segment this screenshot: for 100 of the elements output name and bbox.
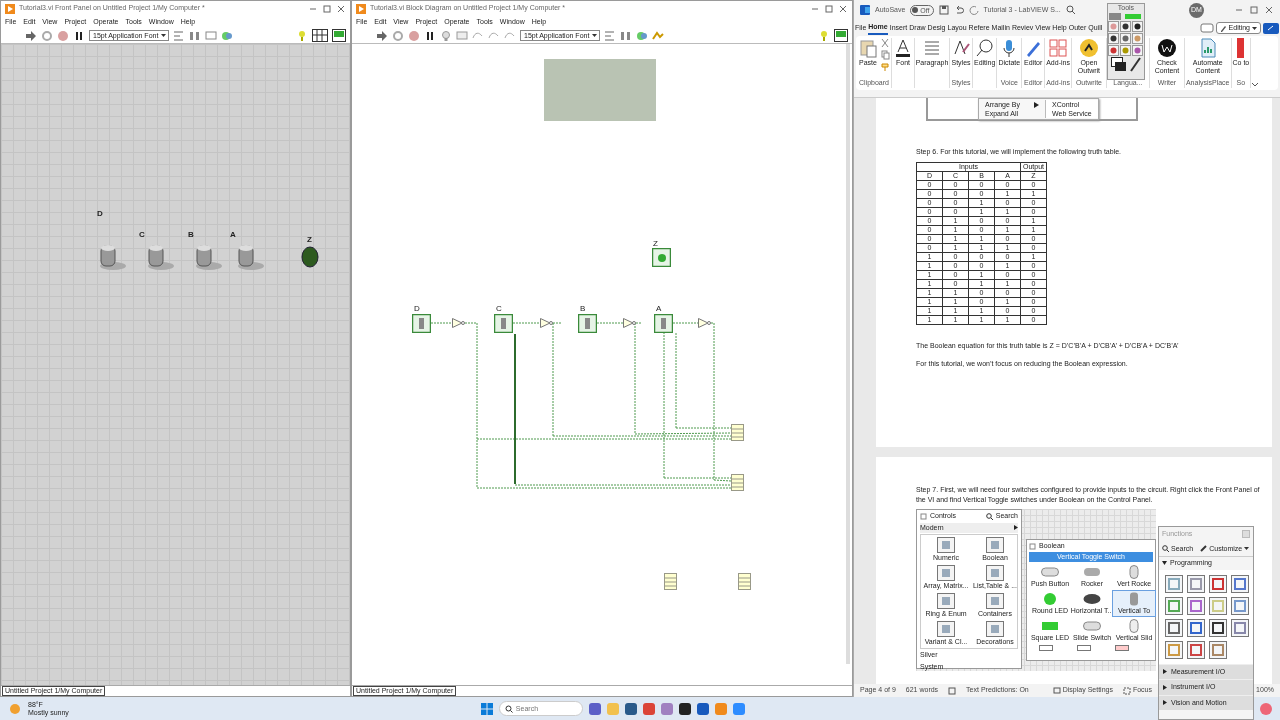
search-icon[interactable] (985, 512, 993, 520)
not-gate[interactable] (698, 317, 711, 328)
palette-icon (986, 621, 1004, 637)
control-label: A (230, 228, 236, 241)
distribute-icon[interactable] (189, 29, 202, 42)
palette-icon (986, 537, 1004, 553)
close-icon[interactable] (336, 3, 346, 14)
start-icon[interactable] (480, 702, 493, 715)
maximize-icon[interactable] (1249, 5, 1259, 15)
wire (512, 322, 541, 323)
maximize-icon[interactable] (824, 3, 834, 14)
pencil-icon (1219, 24, 1227, 32)
cut-icon[interactable] (880, 38, 890, 48)
boolean-indicator[interactable] (652, 247, 671, 267)
reorder-icon[interactable] (221, 29, 234, 42)
palette-icon (937, 537, 955, 553)
not-gate[interactable] (452, 317, 465, 328)
control-label: D (97, 207, 103, 220)
wrench-icon[interactable] (1200, 545, 1208, 553)
palette-icon (986, 565, 1004, 581)
submenu-arrow-icon (1034, 101, 1040, 108)
control-icon (1041, 592, 1059, 606)
proofing-icon[interactable] (948, 686, 957, 695)
palette-icon (986, 593, 1004, 609)
run-arrow-icon[interactable] (376, 29, 388, 42)
control-icon (1041, 565, 1059, 579)
scrollbar[interactable] (846, 43, 850, 664)
submenu-arrow-icon (1014, 525, 1018, 531)
caret-icon (161, 34, 167, 37)
chevron-down-icon[interactable] (1251, 80, 1260, 88)
terminal-label: B (580, 302, 586, 315)
redo-icon[interactable] (968, 5, 979, 15)
search-icon[interactable] (504, 705, 513, 713)
boolean-terminal[interactable] (494, 313, 513, 333)
cleanup-icon[interactable] (652, 29, 665, 42)
comment-icon[interactable] (1199, 23, 1214, 33)
help-icon[interactable] (296, 29, 308, 42)
wire (596, 322, 624, 323)
terminal-label: A (656, 302, 662, 315)
search-icon[interactable] (1065, 5, 1076, 15)
align-icon[interactable] (173, 29, 186, 42)
display-icon[interactable] (1052, 686, 1061, 695)
reorder-icon[interactable] (636, 29, 649, 42)
magnifier-icon (974, 38, 995, 58)
color-tool-icon[interactable] (1110, 57, 1141, 72)
function-icon[interactable] (1209, 618, 1227, 637)
circle-logo-icon (1078, 38, 1099, 58)
align-icon[interactable] (604, 29, 617, 42)
pause-icon[interactable] (73, 29, 85, 42)
close-icon[interactable] (1264, 5, 1274, 15)
compound-node[interactable] (738, 572, 751, 590)
boolean-terminal[interactable] (654, 313, 673, 333)
compound-node[interactable] (731, 423, 744, 441)
function-icon[interactable] (1187, 618, 1205, 637)
not-gate[interactable] (623, 317, 636, 328)
close-icon[interactable] (838, 3, 848, 14)
wire (672, 322, 699, 323)
function-icon[interactable] (1165, 618, 1183, 637)
not-gate[interactable] (540, 317, 553, 328)
format-painter-icon[interactable] (880, 62, 890, 72)
submenu-arrow-icon (1163, 684, 1167, 690)
terminal-label: D (414, 302, 420, 315)
help-icon[interactable] (818, 29, 830, 42)
maximize-icon[interactable] (322, 3, 332, 14)
pin-icon[interactable] (1029, 542, 1036, 550)
cancel-button-icon (1077, 645, 1091, 651)
word-app-icon (860, 5, 870, 15)
pin-icon[interactable] (920, 512, 927, 520)
expand-arrow-icon (1162, 561, 1167, 566)
ok-button-icon (1039, 645, 1053, 651)
share-icon[interactable] (1263, 22, 1279, 34)
control-icon (1083, 592, 1101, 606)
resize-icon[interactable] (205, 29, 218, 42)
app-grid-icon (1048, 38, 1069, 58)
submenu-arrow-icon (1163, 700, 1167, 706)
save-icon[interactable] (938, 5, 949, 15)
indicator-label: Z (307, 233, 312, 246)
wire (430, 322, 453, 323)
palette-icon (937, 565, 955, 581)
pause-icon[interactable] (424, 29, 436, 42)
compound-node[interactable] (664, 572, 677, 590)
submenu-arrow-icon (1163, 669, 1167, 675)
boolean-terminal[interactable] (578, 313, 597, 333)
run-arrow-icon[interactable] (25, 29, 37, 42)
boolean-terminal[interactable] (412, 313, 431, 333)
distribute-icon[interactable] (620, 29, 633, 42)
caret-icon (1252, 26, 1257, 30)
palette-icon (937, 593, 955, 609)
terminal-label: C (496, 302, 502, 315)
control-icon (1083, 565, 1101, 579)
copy-icon[interactable] (880, 50, 890, 60)
font-color-icon (893, 38, 913, 58)
control-icon (1041, 619, 1059, 633)
paragraph-icon (922, 38, 942, 58)
app-icon[interactable] (660, 702, 673, 715)
control-label: C (139, 228, 145, 241)
focus-icon[interactable] (1122, 686, 1131, 695)
search-icon[interactable] (1162, 545, 1169, 553)
caret-icon (592, 34, 598, 37)
compound-node[interactable] (731, 473, 744, 491)
